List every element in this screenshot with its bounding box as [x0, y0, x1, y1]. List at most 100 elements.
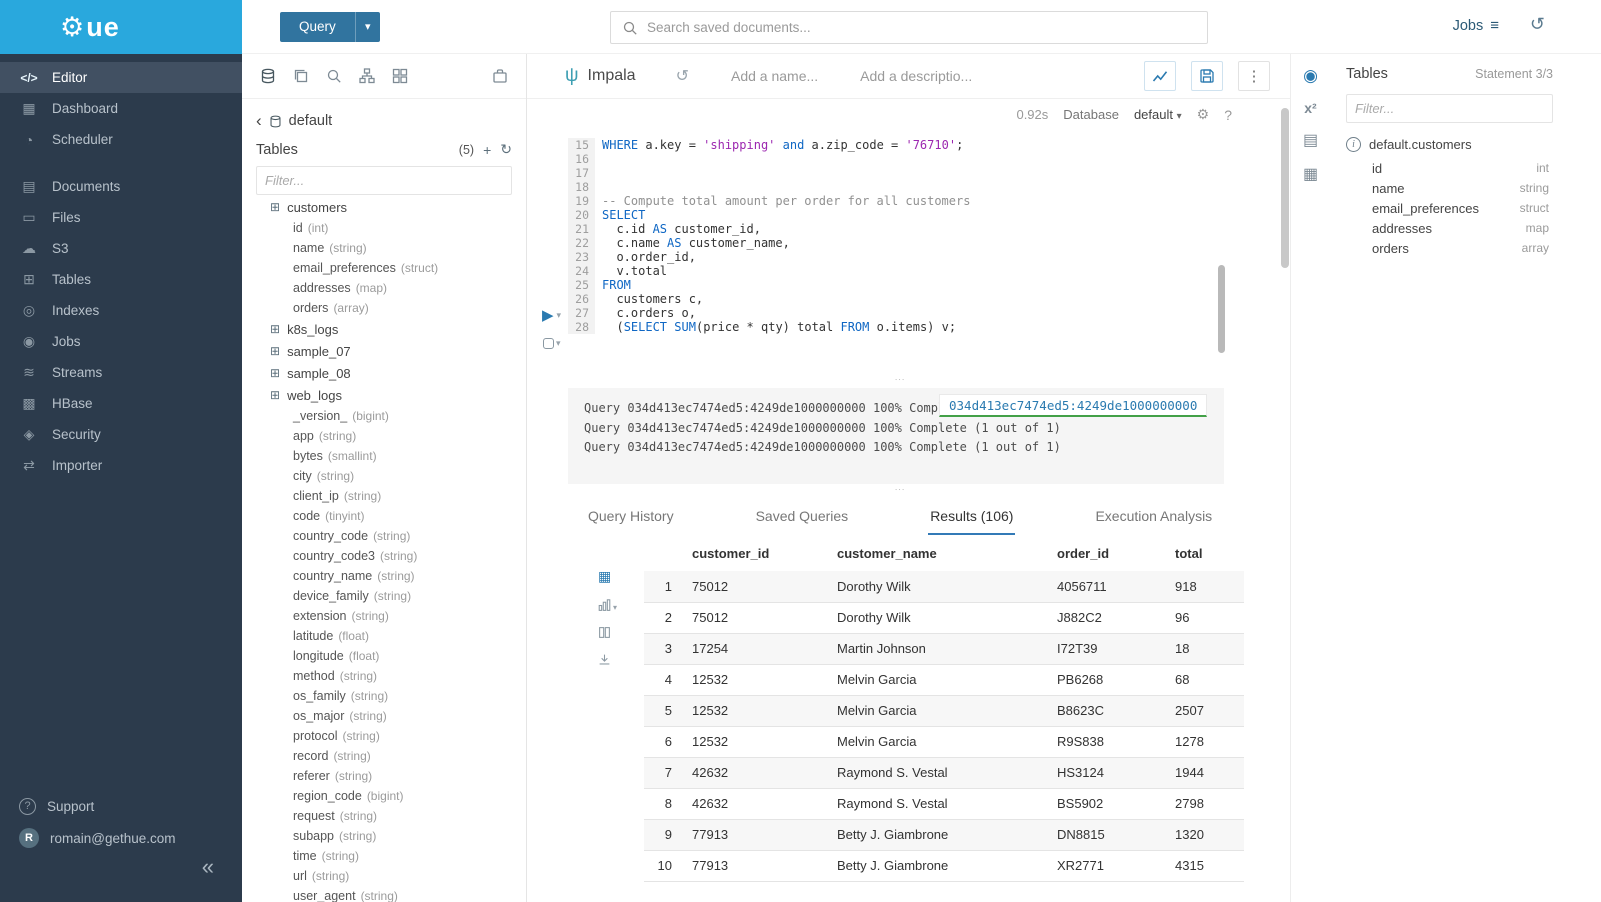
query-history-icon[interactable]: ↺: [1530, 14, 1545, 35]
assist-column-email_preferences[interactable]: email_preferences(struct): [270, 258, 522, 278]
breadcrumb-database-name[interactable]: default: [289, 113, 333, 129]
results-row[interactable]: 175012Dorothy Wilk4056711918: [644, 571, 1244, 602]
schedule-calendar-icon[interactable]: ▦: [1291, 164, 1330, 184]
right-column-email_preferences[interactable]: email_preferencesstruct: [1346, 198, 1549, 218]
sitemap-icon[interactable]: [359, 68, 375, 84]
log-resize-handle[interactable]: ∙∙∙: [568, 486, 1232, 493]
snippet-menu-button[interactable]: ⋮: [1238, 61, 1270, 91]
assist-column-longitude[interactable]: longitude(float): [270, 646, 522, 666]
results-row[interactable]: 412532Melvin GarciaPB626868: [644, 664, 1244, 695]
limit-button[interactable]: ▾: [543, 338, 561, 349]
assist-table-k8s_logs[interactable]: ⊞k8s_logs: [270, 318, 522, 340]
database-select[interactable]: default ▾: [1134, 107, 1182, 122]
query-description-field[interactable]: Add a descriptio...: [860, 68, 972, 84]
sidebar-item-streams[interactable]: ≋Streams: [0, 357, 242, 388]
active-table-row[interactable]: i default.customers: [1346, 137, 1585, 152]
support-link[interactable]: ? Support: [0, 790, 242, 822]
query-dropdown-button[interactable]: ▾: [355, 12, 380, 42]
sidebar-item-tables[interactable]: ⊞Tables: [0, 264, 242, 295]
assist-column-id[interactable]: id(int): [270, 218, 522, 238]
execute-button[interactable]: ▶ ▾: [542, 306, 561, 324]
sidebar-item-security[interactable]: ◈Security: [0, 419, 242, 450]
results-row[interactable]: 317254Martin JohnsonI72T3918: [644, 633, 1244, 664]
results-col-customer_id[interactable]: customer_id: [686, 538, 831, 571]
sidebar-item-scheduler[interactable]: ◔Scheduler: [0, 124, 242, 155]
assist-filter-input[interactable]: [265, 173, 503, 188]
assist-column-record[interactable]: record(string): [270, 746, 522, 766]
tab-query-history[interactable]: Query History: [586, 504, 676, 535]
assist-column-orders[interactable]: orders(array): [270, 298, 522, 318]
results-col-order_id[interactable]: order_id: [1051, 538, 1169, 571]
data-source-icon[interactable]: [260, 68, 276, 84]
hue-logo[interactable]: ⚙ ue: [0, 0, 242, 54]
documents-copy-icon[interactable]: [293, 68, 309, 84]
search-input[interactable]: [647, 20, 1196, 35]
sidebar-item-indexes[interactable]: ◎Indexes: [0, 295, 242, 326]
results-row[interactable]: 275012Dorothy WilkJ882C296: [644, 602, 1244, 633]
assist-column-subapp[interactable]: subapp(string): [270, 826, 522, 846]
assist-column-extension[interactable]: extension(string): [270, 606, 522, 626]
assist-table-customers[interactable]: ⊞customers: [270, 196, 522, 218]
results-row[interactable]: 742632Raymond S. VestalHS31241944: [644, 757, 1244, 788]
assist-column-country_code3[interactable]: country_code3(string): [270, 546, 522, 566]
assist-column-app[interactable]: app(string): [270, 426, 522, 446]
assist-column-referer[interactable]: referer(string): [270, 766, 522, 786]
assist-column-protocol[interactable]: protocol(string): [270, 726, 522, 746]
results-col-customer_name[interactable]: customer_name: [831, 538, 1051, 571]
functions-icon[interactable]: x²: [1291, 100, 1330, 116]
assistant-icon[interactable]: ◉: [1291, 66, 1330, 86]
sidebar-item-files[interactable]: ▭Files: [0, 202, 242, 233]
apps-grid-icon[interactable]: [392, 68, 408, 84]
settings-gear-icon[interactable]: ⚙: [1197, 106, 1210, 123]
query-button[interactable]: Query: [280, 12, 355, 42]
language-reference-icon[interactable]: ▤: [1291, 130, 1330, 150]
query-name-field[interactable]: Add a name...: [731, 68, 818, 84]
assist-column-latitude[interactable]: latitude(float): [270, 626, 522, 646]
bag-icon[interactable]: [492, 68, 508, 84]
assist-column-country_name[interactable]: country_name(string): [270, 566, 522, 586]
chart-settings-button[interactable]: [1144, 61, 1176, 91]
right-column-id[interactable]: idint: [1346, 158, 1549, 178]
editor-resize-handle[interactable]: ∙∙∙: [568, 376, 1232, 383]
assist-column-region_code[interactable]: region_code(bigint): [270, 786, 522, 806]
assist-column-request[interactable]: request(string): [270, 806, 522, 826]
results-col-total[interactable]: total: [1169, 538, 1244, 571]
assist-table-sample_07[interactable]: ⊞sample_07: [270, 340, 522, 362]
assist-column-country_code[interactable]: country_code(string): [270, 526, 522, 546]
assist-column-code[interactable]: code(tinyint): [270, 506, 522, 526]
sidebar-item-s3[interactable]: ☁S3: [0, 233, 242, 264]
assist-column-bytes[interactable]: bytes(smallint): [270, 446, 522, 466]
add-table-icon[interactable]: +: [483, 142, 491, 158]
right-column-addresses[interactable]: addressesmap: [1346, 218, 1549, 238]
refresh-tables-icon[interactable]: ↻: [500, 141, 512, 158]
save-button[interactable]: [1191, 61, 1223, 91]
assist-search-icon[interactable]: [326, 68, 342, 84]
sidebar-item-documents[interactable]: ▤Documents: [0, 171, 242, 202]
tab-results-106-[interactable]: Results (106): [928, 504, 1015, 535]
assist-column-_version_[interactable]: _version_(bigint): [270, 406, 522, 426]
assist-column-os_family[interactable]: os_family(string): [270, 686, 522, 706]
code-editor[interactable]: 15WHERE a.key = 'shipping' and a.zip_cod…: [568, 138, 1232, 362]
results-row[interactable]: 612532Melvin GarciaR9S8381278: [644, 726, 1244, 757]
results-row[interactable]: 512532Melvin GarciaB8623C2507: [644, 695, 1244, 726]
right-column-orders[interactable]: ordersarray: [1346, 238, 1549, 258]
snippet-history-icon[interactable]: ↺: [676, 66, 689, 86]
assist-column-url[interactable]: url(string): [270, 866, 522, 886]
assist-column-device_family[interactable]: device_family(string): [270, 586, 522, 606]
jobs-link[interactable]: Jobs ≡: [1453, 17, 1499, 34]
results-download-icon[interactable]: [598, 653, 617, 666]
sidebar-item-editor[interactable]: </>Editor: [0, 62, 242, 93]
assist-table-sample_08[interactable]: ⊞sample_08: [270, 362, 522, 384]
editor-scrollbar[interactable]: [1218, 265, 1225, 353]
help-icon[interactable]: ?: [1224, 107, 1232, 123]
results-grid-icon[interactable]: ▦: [598, 568, 617, 585]
tab-saved-queries[interactable]: Saved Queries: [754, 504, 851, 535]
assist-column-city[interactable]: city(string): [270, 466, 522, 486]
breadcrumb-back-icon[interactable]: ‹: [256, 111, 262, 131]
sidebar-item-jobs[interactable]: ◉Jobs: [0, 326, 242, 357]
right-filter-input[interactable]: [1355, 101, 1544, 116]
main-scrollbar[interactable]: [1281, 108, 1289, 268]
assist-column-addresses[interactable]: addresses(map): [270, 278, 522, 298]
sidebar-collapse-button[interactable]: «: [0, 854, 242, 880]
results-row[interactable]: 1077913Betty J. GiambroneXR27714315: [644, 850, 1244, 881]
